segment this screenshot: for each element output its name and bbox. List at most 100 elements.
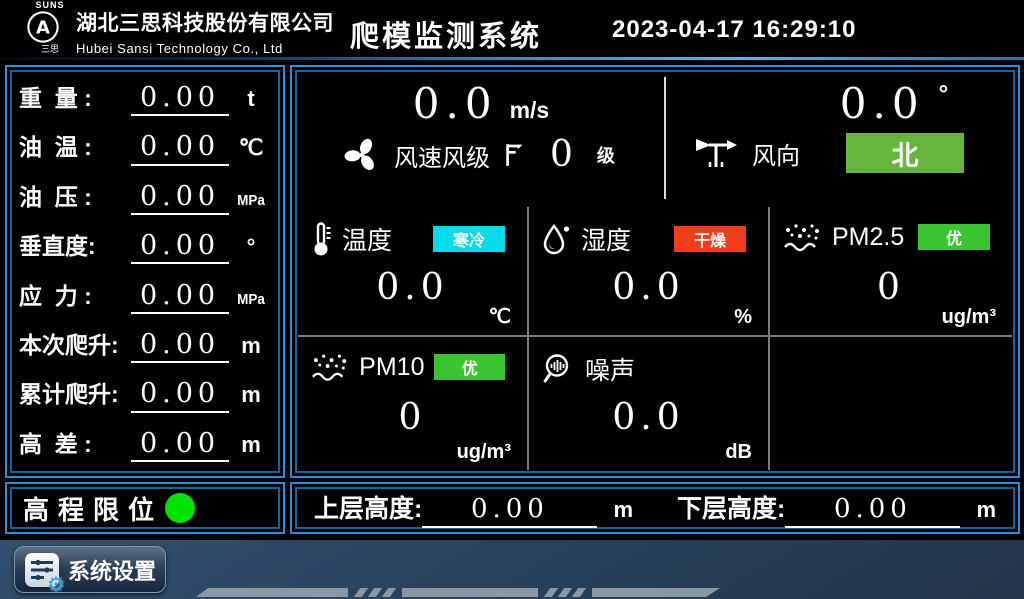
lower-height-value: 0.00 [785,494,960,528]
measure-row-weight: 重 量 : 0.00 t [19,79,273,116]
measure-value: 0.00 [131,282,229,314]
taskbar-decoration [196,588,720,597]
sensor-unit: ug/m³ [457,441,511,464]
settings-sliders-icon: ⚙ [25,553,59,587]
sensor-unit: dB [725,441,752,464]
wind-direction-value: 0.0 [840,83,925,125]
wind-speed-block: 0.0 m/s 风速风级 [298,73,664,207]
lower-height-unit: m [976,497,996,523]
wind-compass-badge: 北 [846,133,964,173]
sensor-unit: ℃ [489,304,511,329]
upper-height-value: 0.00 [422,494,597,528]
measure-label: 高 差 : [19,425,131,459]
measure-unit: t [229,86,273,112]
particles-icon [782,221,822,253]
elevation-limit-indicator [165,493,195,523]
header-divider [0,57,1024,60]
elevation-limit-panel: 高程限位 [5,482,285,534]
suns-logo-icon: A [26,10,60,44]
upper-height-label: 上层高度: [314,489,422,525]
wind-direction-block: 0.0 ° 风向 北 [666,73,1012,207]
sensor-name: 湿度 [581,221,631,257]
measure-value: 0.00 [131,430,229,462]
company-name-block: 湖北三思科技股份有限公司 Hubei Sansi Technology Co.,… [76,7,334,56]
measure-label: 累计爬升: [19,375,131,409]
measurements-panel: 重 量 : 0.00 t 油 温 : 0.00 ℃ 油 压 : 0.00 MPa… [5,65,285,478]
measure-label: 油 压 : [19,178,131,212]
datetime-display: 2023-04-17 16:29:10 [612,16,857,44]
measure-label: 应 力 : [19,277,131,311]
measure-unit: ° [229,234,273,260]
wind-speed-unit: m/s [510,97,550,124]
taskbar: ⚙ 系统设置 [0,540,1024,599]
measure-row-total-climb: 累计爬升: 0.00 m [19,375,273,412]
sensor-value: 0.0 [529,267,768,308]
logo-text-top: SUNS [26,1,74,10]
status-badge: 寒冷 [433,226,505,252]
wind-vane-icon [694,136,738,170]
wind-direction-label: 风向 [752,136,800,171]
sensor-value: 0 [770,267,1012,308]
measure-label: 垂直度: [19,227,131,261]
measure-unit: MPa [231,291,271,308]
measure-row-oil-pressure: 油 压 : 0.00 MPa [19,178,273,215]
measure-unit: m [229,382,273,408]
measure-unit: MPa [231,192,271,209]
upper-height-group: 上层高度: 0.00 m [314,489,633,528]
sensor-cell-humidity: 湿度 干燥 0.0 % [529,207,770,337]
measure-value: 0.00 [131,133,229,165]
measure-value: 0.00 [131,183,229,215]
measure-unit: m [229,333,273,359]
svg-text:A: A [36,18,50,39]
wind-level-value: 0 [550,137,573,173]
measure-value: 0.00 [131,232,229,264]
wind-level-flag-icon [504,141,522,169]
thermometer-icon [310,221,332,257]
wind-speed-value: 0.0 [413,83,498,125]
measure-row-verticality: 垂直度: 0.00 ° [19,227,273,264]
climbing-formwork-monitor-screen: SUNS A 三思 湖北三思科技股份有限公司 Hubei Sansi Techn… [0,0,1024,599]
particles-icon [310,351,349,383]
status-badge: 优 [434,354,505,380]
system-settings-button[interactable]: ⚙ 系统设置 [14,546,166,593]
sensor-cell-empty [770,337,1012,470]
lower-height-label: 下层高度: [677,489,785,525]
measure-value: 0.00 [131,84,229,116]
sensor-value: 0.0 [298,267,527,308]
company-name-en: Hubei Sansi Technology Co., Ltd [76,41,334,56]
wind-speed-label: 风速风级 [394,138,490,173]
measure-row-height-diff: 高 差 : 0.00 m [19,425,273,462]
elevation-limit-label: 高程限位 [23,490,163,527]
company-logo: SUNS A 三思 [26,1,74,54]
company-name-cn: 湖北三思科技股份有限公司 [76,7,334,37]
sensor-value: 0 [298,397,527,438]
upper-height-unit: m [613,497,633,523]
sensor-cell-pm10: PM10 优 0 ug/m³ [298,337,529,470]
settings-button-label: 系统设置 [68,554,156,586]
measure-value: 0.00 [131,331,229,363]
sensor-cell-pm25: PM2.5 优 0 ug/m³ [770,207,1012,337]
sensor-unit: % [734,306,752,329]
sensor-name: PM10 [359,353,424,382]
measure-row-stress: 应 力 : 0.00 MPa [19,277,273,314]
measure-label: 本次爬升: [19,326,131,360]
layer-heights-panel: 上层高度: 0.00 m 下层高度: 0.00 m [290,482,1020,534]
droplet-icon [541,222,571,256]
measure-unit: ℃ [229,135,273,161]
header: SUNS A 三思 湖北三思科技股份有限公司 Hubei Sansi Techn… [0,0,1024,60]
wind-direction-unit: ° [939,81,949,109]
measure-unit: m [229,432,273,458]
sensor-unit: ug/m³ [942,306,996,329]
sensor-name: 噪声 [585,351,635,387]
wind-section: 0.0 m/s 风速风级 [298,73,1012,207]
status-badge: 干燥 [674,226,746,252]
status-badge: 优 [918,224,990,250]
fan-icon [344,137,380,173]
sensor-name: PM2.5 [832,223,904,252]
measure-row-oil-temp: 油 温 : 0.00 ℃ [19,128,273,165]
measure-label: 重 量 : [19,79,131,113]
sensor-cell-noise: 噪声 0.0 dB [529,337,770,470]
noise-icon [541,352,575,386]
wind-level-unit: 级 [597,142,615,168]
sensor-grid: 温度 寒冷 0.0 ℃ 湿度 干燥 0.0 % [298,207,1012,470]
